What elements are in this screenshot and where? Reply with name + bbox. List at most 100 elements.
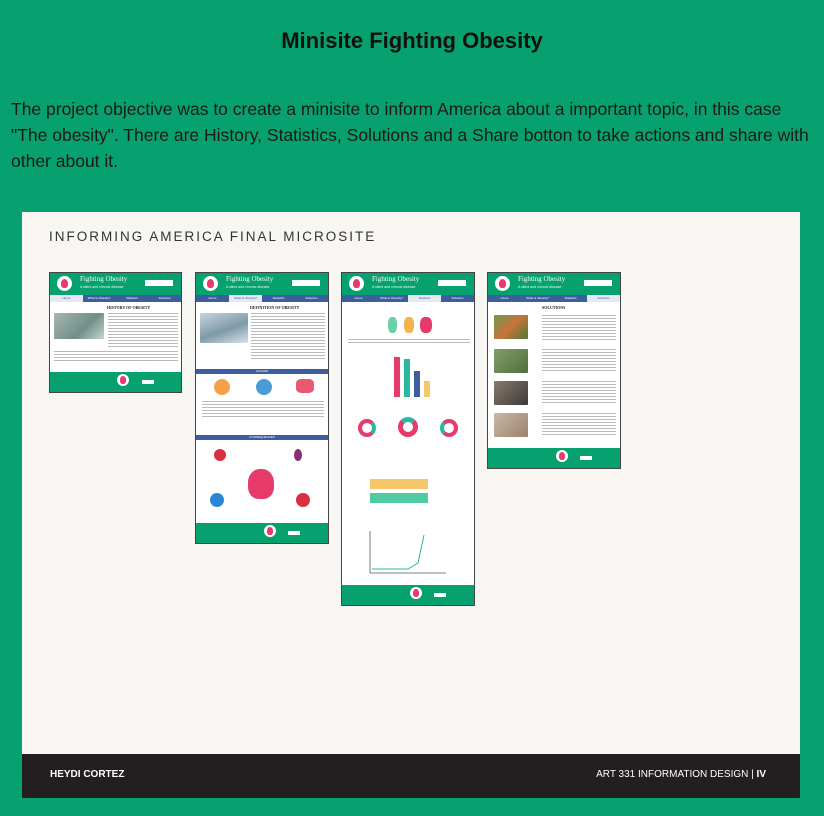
obese-person-icon [248,469,274,499]
nav-home: Home [500,296,509,300]
nav-home: Home [354,296,363,300]
salad-photo [494,315,528,339]
share-button [580,456,593,460]
history-text [108,313,178,349]
project-description: The project objective was to create a mi… [11,99,809,171]
broken-heart-icon [214,449,226,461]
footer-logo-icon [263,525,276,537]
site-nav: Home What is Obesity? Statistics Solutio… [196,295,328,302]
logo-icon [203,276,218,291]
site-footer [488,448,620,468]
stat-bar [414,371,420,397]
causes-text [202,401,324,417]
nav-statistics: Statistics [272,296,285,300]
share-button [288,531,301,535]
consequences-heading: CONSEQUENCES [196,435,328,440]
weighing-photo [494,413,528,437]
page-title: Minisite Fighting Obesity [281,28,543,53]
history-text-2 [54,351,178,363]
donut-chart [358,419,376,437]
site-title: Fighting Obesity [518,275,566,283]
nav-solutions: Solutions [451,296,464,300]
footer-logo-icon [117,374,130,386]
solutions-text [542,413,616,437]
board-heading: INFORMING AMERICA FINAL MICROSITE [49,229,377,244]
search-input [292,280,320,286]
heart-icon [296,493,310,507]
measuring-tape-photo [54,313,104,339]
site-nav: Home What is Obesity? Statistics Solutio… [488,295,620,302]
site-header: Fighting Obesity A silent and chronic di… [196,273,328,295]
nav-solutions: Solutions [158,296,171,300]
course-title: ART 331 INFORMATION DESIGN | [596,769,754,780]
board-footer: HEYDI CORTEZ ART 331 INFORMATION DESIGN … [22,754,800,798]
site-header: Fighting Obesity A silent and chronic di… [50,273,181,295]
site-subtitle: A silent and chronic disease [518,285,562,289]
author-name: HEYDI CORTEZ [50,769,125,780]
sleeping-photo [494,381,528,405]
logo-icon [57,276,72,291]
definition-text [251,313,325,359]
search-input [584,280,612,286]
course-number: IV [756,769,766,780]
stats-text [348,339,470,343]
share-button [434,593,447,597]
dna-icon [256,379,272,395]
person-photo [200,313,248,343]
site-nav: Home What is Obesity? Statistics Solutio… [342,295,474,302]
nav-statistics: Statistics [125,296,138,300]
logo-icon [349,276,364,291]
stat-bar [424,381,430,397]
nav-home: Home [208,296,217,300]
site-subtitle: A silent and chronic disease [226,285,270,289]
presentation-board: INFORMING AMERICA FINAL MICROSITE Fighti… [22,212,800,798]
site-title: Fighting Obesity [226,275,274,283]
footer-logo-icon [409,587,422,599]
site-title: Fighting Obesity [372,275,420,283]
search-input [145,280,173,286]
footer-logo-icon [555,450,568,462]
microsite-page-home: Fighting Obesity A silent and chronic di… [49,272,182,393]
nav-home: Home [50,295,83,302]
stat-bar [394,357,400,397]
course-name: ART 331 INFORMATION DESIGN | IV [596,769,766,780]
share-button [141,380,154,384]
walking-photo [494,349,528,373]
site-header: Fighting Obesity A silent and chronic di… [342,273,474,295]
definition-heading: DEFINITION OF OBESITY [250,305,300,310]
microsite-page-definition: Fighting Obesity A silent and chronic di… [195,272,329,544]
solutions-text [542,349,616,373]
site-footer [342,585,474,605]
solutions-heading: SOLUTIONS [542,305,566,310]
person-figure-icon [420,317,432,333]
causes-heading: CAUSES [196,369,328,374]
nav-statistics: Statistics [564,296,577,300]
nav-what-is-obesity: What is Obesity? [526,296,549,300]
site-footer [50,372,181,392]
nav-solutions: Solutions [305,296,318,300]
site-header: Fighting Obesity A silent and chronic di… [488,273,620,295]
junk-food-icon [214,379,230,395]
logo-icon [495,276,510,291]
stat-hbar [370,479,428,489]
site-footer [196,523,328,543]
nav-solutions: Solutions [587,295,620,302]
site-title: Fighting Obesity [80,275,128,283]
donut-chart [440,419,458,437]
nav-what-is-obesity: What is Obesity? [87,296,111,300]
sleep-apnea-icon [210,493,224,507]
microsite-page-solutions: Fighting Obesity A silent and chronic di… [487,272,621,469]
person-figure-icon [404,317,414,333]
nav-what-is-obesity: What is Obesity? [229,295,262,302]
solutions-text [542,315,616,341]
nav-what-is-obesity: What is Obesity? [380,296,403,300]
ribbon-icon [294,449,302,461]
site-nav: Home What is Obesity? Statistics Solutio… [50,295,181,302]
solutions-text [542,381,616,405]
person-figure-icon [388,317,397,333]
history-heading: HISTORY OF OBESITY [107,305,151,310]
line-chart [369,531,446,574]
stat-hbar [370,493,428,503]
donut-chart [398,417,418,437]
search-input [438,280,466,286]
